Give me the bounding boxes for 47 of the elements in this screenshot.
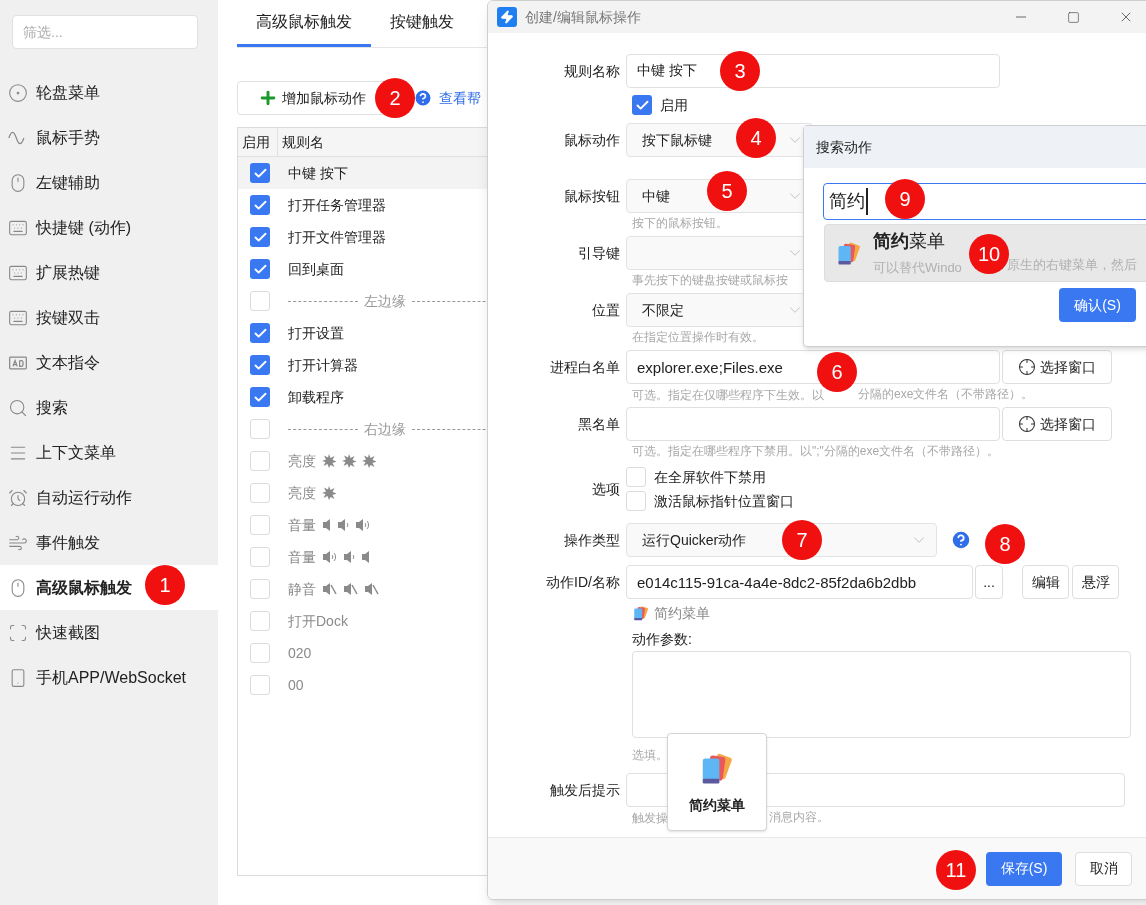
rule-name: 打开任务管理器 <box>288 195 386 215</box>
field-label: 选项 <box>592 479 620 499</box>
hint-text: 可选。指定在哪些程序下禁用。以";"分隔的exe文件名（不带路径）。 <box>632 443 1000 460</box>
rule-name: 中键 按下 <box>288 163 348 183</box>
rule-name: 音量 <box>288 515 316 535</box>
checkbox-label: 激活鼠标指针位置窗口 <box>654 491 794 511</box>
rule-name: 音量 <box>288 547 316 567</box>
hint-text: 消息内容。 <box>769 809 829 826</box>
field-label: 规则名称 <box>564 61 620 81</box>
rule-name: 打开Dock <box>288 611 348 631</box>
rule-name: 020 <box>288 643 312 663</box>
rule-name: 回到桌面 <box>288 259 344 279</box>
result-title: 简约菜单 <box>873 229 945 253</box>
separator-label: 左边缘 <box>364 291 406 311</box>
field-label: 进程白名单 <box>550 357 620 377</box>
checkbox-label: 在全屏软件下禁用 <box>654 467 766 487</box>
field-label: 鼠标按钮 <box>564 186 620 206</box>
column-header: 启用 <box>238 128 278 156</box>
popup-title: 搜索动作 <box>816 137 872 157</box>
action-name: 简约菜单 <box>654 603 710 623</box>
field-label: 位置 <box>592 300 620 320</box>
params-label: 动作参数: <box>632 629 692 649</box>
checkbox-label: 启用 <box>660 95 688 115</box>
field-label: 动作ID/名称 <box>546 572 620 592</box>
field-label: 引导键 <box>578 243 620 263</box>
hint-text: 按下的鼠标按钮。 <box>632 215 728 232</box>
rule-name: 打开计算器 <box>288 355 358 375</box>
rule-name: 卸载程序 <box>288 387 344 407</box>
separator-label: 右边缘 <box>364 419 406 439</box>
window-title: 创建/编辑鼠标操作 <box>525 7 641 27</box>
rule-name: 亮度 <box>288 451 316 471</box>
field-label: 操作类型 <box>564 530 620 550</box>
field-label: 鼠标动作 <box>564 130 620 150</box>
rule-name: 打开设置 <box>288 323 344 343</box>
field-label: 黑名单 <box>578 414 620 434</box>
hint-text: 事先按下的键盘按键或鼠标按 <box>632 272 788 289</box>
rule-name: 亮度 <box>288 483 316 503</box>
hint-text: 触发操 <box>632 811 668 825</box>
hint-text: 在指定位置操作时有效。 <box>632 329 764 346</box>
rule-name: 00 <box>288 675 304 695</box>
rule-name: 打开文件管理器 <box>288 227 386 247</box>
hint-text: 选填。 <box>632 747 668 764</box>
field-label: 触发后提示 <box>550 780 620 800</box>
step-tooltip: 2 <box>375 78 415 118</box>
hint-text: 分隔的exe文件名（不带路径）。 <box>858 386 1034 403</box>
tooltip-label: 简约菜单 <box>689 795 745 815</box>
rule-name: 静音 <box>288 579 316 599</box>
